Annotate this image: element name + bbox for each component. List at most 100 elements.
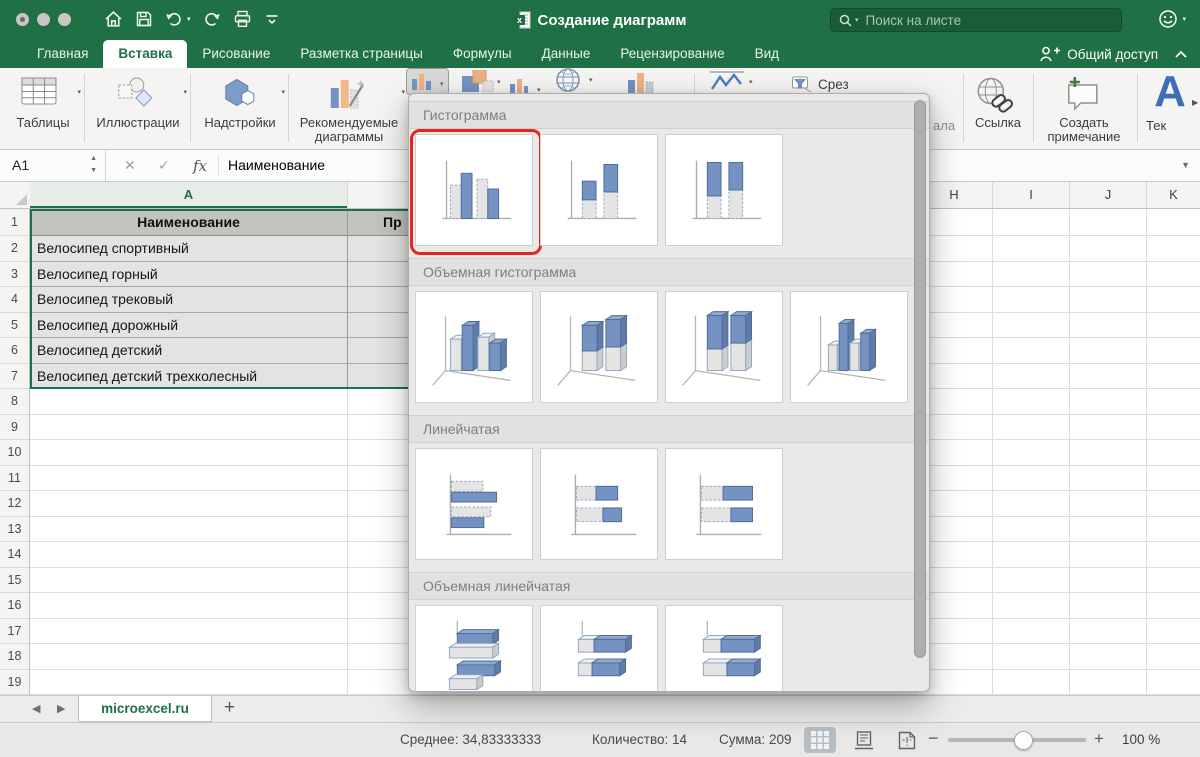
row-header-4[interactable]: 4: [0, 287, 29, 313]
row-header-19[interactable]: 19: [0, 670, 29, 696]
insert-function-button[interactable]: fx: [193, 157, 207, 175]
chart-type-bar3d-stacked[interactable]: [540, 605, 658, 692]
row-header-14[interactable]: 14: [0, 542, 29, 568]
home-icon[interactable]: [104, 10, 123, 28]
chart-type-col3d-100[interactable]: [665, 291, 783, 403]
slicer-button[interactable]: Срез: [792, 76, 849, 93]
insert-small-chart-button[interactable]: ▾: [510, 78, 541, 94]
ribbon-group-addins[interactable]: ▾ Надстройки: [194, 68, 286, 148]
row-header-2[interactable]: 2: [0, 236, 29, 262]
window-zoom-button[interactable]: [58, 13, 71, 26]
name-box[interactable]: A1 ▲▼: [0, 150, 106, 181]
table-row[interactable]: Велосипед спортивный: [30, 236, 447, 262]
insert-map-chart-button[interactable]: ▾: [552, 68, 593, 93]
row-header-6[interactable]: 6: [0, 338, 29, 364]
tab-formuly[interactable]: Формулы: [438, 40, 527, 68]
share-button[interactable]: Общий доступ: [1040, 46, 1158, 62]
chart-type-bar-100[interactable]: [665, 448, 783, 560]
zoom-level[interactable]: 100 %: [1122, 732, 1160, 747]
selected-range[interactable]: Наименование Пр Велосипед спортивный Вел…: [30, 209, 447, 389]
chart-type-bar3d-100[interactable]: [665, 605, 783, 692]
table-row[interactable]: Велосипед дорожный: [30, 313, 447, 339]
row-header-18[interactable]: 18: [0, 644, 29, 670]
page-break-view-button[interactable]: [891, 727, 923, 753]
ribbon-group-illustrations[interactable]: ▾ Иллюстрации: [88, 68, 188, 148]
tab-vid[interactable]: Вид: [740, 40, 794, 68]
name-box-stepper[interactable]: ▲▼: [90, 153, 97, 177]
undo-icon[interactable]: [165, 10, 183, 28]
table-header-row[interactable]: Наименование Пр: [30, 209, 447, 236]
formula-bar-expand-icon[interactable]: ▼: [1181, 160, 1190, 170]
window-close-button[interactable]: [16, 13, 29, 26]
prev-sheet-button[interactable]: ◀: [32, 702, 40, 715]
search-scope-icon[interactable]: ▾: [855, 16, 859, 24]
chart-type-col-stacked[interactable]: [540, 134, 658, 246]
table-row[interactable]: Велосипед детский: [30, 338, 447, 364]
tab-dannye[interactable]: Данные: [527, 40, 606, 68]
row-header-13[interactable]: 13: [0, 517, 29, 543]
cancel-button[interactable]: ✕: [124, 157, 136, 174]
assistant-menu[interactable]: ▾: [1158, 9, 1186, 29]
chart-type-col3d-basic[interactable]: [790, 291, 908, 403]
menu-scrollbar-thumb[interactable]: [914, 100, 926, 658]
table-row[interactable]: Велосипед горный: [30, 262, 447, 288]
table-row[interactable]: Велосипед детский трехколесный: [30, 364, 447, 390]
tab-vstavka[interactable]: Вставка: [103, 40, 187, 68]
ribbon-group-link[interactable]: Ссылка: [966, 68, 1030, 148]
row-header-3[interactable]: 3: [0, 262, 29, 288]
insert-sparkline-button[interactable]: ▾: [708, 70, 753, 92]
search-field[interactable]: ▾ Поиск на листе: [830, 8, 1122, 32]
zoom-out-button[interactable]: −: [928, 728, 939, 749]
chart-type-bar-stacked[interactable]: [540, 448, 658, 560]
tab-razmetka[interactable]: Разметка страницы: [285, 40, 437, 68]
redo-icon[interactable]: [203, 10, 221, 28]
next-sheet-button[interactable]: ▶: [57, 702, 65, 715]
select-all-corner[interactable]: [0, 182, 31, 208]
ribbon-group-new-comment[interactable]: Создать примечание: [1036, 68, 1132, 148]
row-header-16[interactable]: 16: [0, 593, 29, 619]
chart-type-col-100[interactable]: [665, 134, 783, 246]
insert-area-chart-button[interactable]: ▾: [462, 70, 501, 92]
toolbar-options-icon[interactable]: [264, 10, 280, 28]
row-header-12[interactable]: 12: [0, 491, 29, 517]
row-header-8[interactable]: 8: [0, 389, 29, 415]
chart-type-col-clustered[interactable]: [415, 134, 533, 246]
zoom-in-button[interactable]: +: [1094, 729, 1104, 749]
table-row[interactable]: Велосипед трековый: [30, 287, 447, 313]
normal-view-button[interactable]: [804, 727, 836, 753]
enter-button[interactable]: ✓: [158, 157, 170, 174]
text-group-icon[interactable]: А: [1146, 66, 1194, 118]
row-header-7[interactable]: 7: [0, 364, 29, 390]
cell-A1[interactable]: Наименование: [30, 209, 347, 236]
ribbon-group-tables[interactable]: ▾ Таблицы: [4, 68, 82, 148]
column-header-I[interactable]: I: [992, 182, 1069, 208]
row-header-9[interactable]: 9: [0, 415, 29, 441]
column-header-K[interactable]: K: [1146, 182, 1200, 208]
row-header-11[interactable]: 11: [0, 466, 29, 492]
row-header-10[interactable]: 10: [0, 440, 29, 466]
column-header-A[interactable]: A: [30, 182, 347, 208]
row-header-15[interactable]: 15: [0, 568, 29, 594]
cell-B1-partial[interactable]: Пр: [383, 209, 402, 236]
insert-column-chart-button[interactable]: ▾: [406, 68, 449, 95]
ribbon-group-recommended-charts[interactable]: ▾ Рекомендуемые диаграммы: [292, 68, 406, 148]
chart-type-bar-clustered[interactable]: [415, 448, 533, 560]
row-header-17[interactable]: 17: [0, 619, 29, 645]
column-header-J[interactable]: J: [1069, 182, 1146, 208]
chart-type-bar3d-clustered[interactable]: [415, 605, 533, 692]
page-layout-view-button[interactable]: [848, 727, 880, 753]
collapse-ribbon-icon[interactable]: [1174, 49, 1188, 59]
chart-type-col3d-clustered[interactable]: [415, 291, 533, 403]
tab-recenzirovanie[interactable]: Рецензирование: [605, 40, 739, 68]
sheet-tab-active[interactable]: microexcel.ru: [78, 696, 212, 722]
chart-type-col3d-stacked[interactable]: [540, 291, 658, 403]
zoom-slider-handle[interactable]: [1014, 731, 1033, 750]
row-header-1[interactable]: 1: [0, 209, 29, 236]
ribbon-overflow-icon[interactable]: ▶: [1192, 98, 1198, 107]
window-minimize-button[interactable]: [37, 13, 50, 26]
undo-dropdown-icon[interactable]: ▾: [187, 15, 191, 23]
formula-content[interactable]: Наименование: [228, 157, 325, 173]
tab-glavnaya[interactable]: Главная: [22, 40, 103, 68]
save-icon[interactable]: [135, 10, 153, 28]
print-icon[interactable]: [233, 10, 252, 28]
